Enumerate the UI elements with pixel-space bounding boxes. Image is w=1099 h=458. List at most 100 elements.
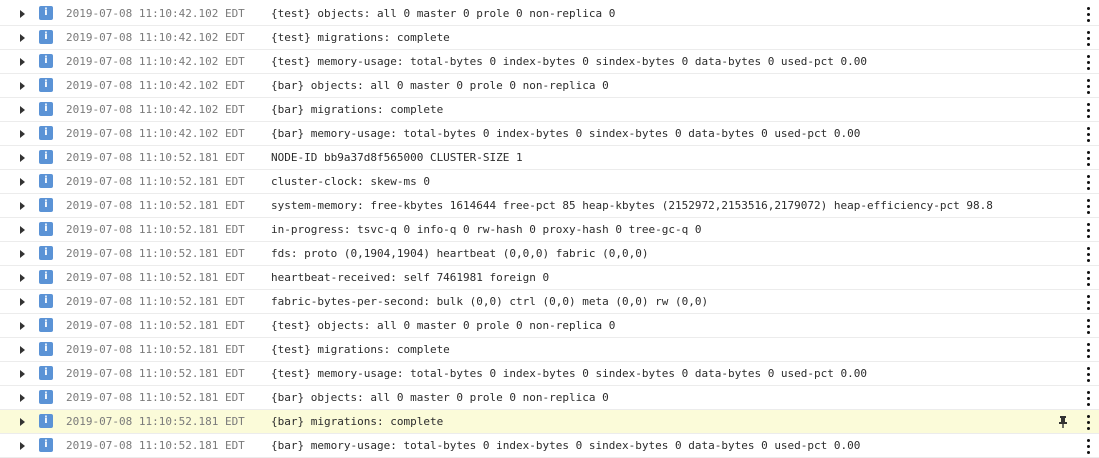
log-timestamp: 2019-07-08 11:10:52.181 EDT [66,295,245,308]
log-row[interactable]: i 2019-07-08 11:10:52.181 EDT {bar} migr… [0,410,1099,434]
row-menu-icon[interactable] [1085,245,1093,263]
log-row[interactable]: i 2019-07-08 11:10:52.181 EDT heartbeat-… [0,266,1099,290]
log-row[interactable]: i 2019-07-08 11:10:42.102 EDT {bar} obje… [0,74,1099,98]
log-row[interactable]: i 2019-07-08 11:10:42.102 EDT {test} mig… [0,26,1099,50]
log-message: fds: proto (0,1904,1904) heartbeat (0,0,… [271,247,649,260]
row-menu-icon[interactable] [1085,101,1093,119]
row-menu-icon[interactable] [1085,173,1093,191]
row-menu-icon[interactable] [1085,341,1093,359]
info-level-icon: i [39,222,53,236]
log-row[interactable]: i 2019-07-08 11:10:42.102 EDT {bar} migr… [0,98,1099,122]
log-message: {test} memory-usage: total-bytes 0 index… [271,367,868,380]
expand-triangle-icon[interactable] [20,226,25,234]
row-menu-icon[interactable] [1085,29,1093,47]
log-timestamp: 2019-07-08 11:10:52.181 EDT [66,223,245,236]
expand-triangle-icon[interactable] [20,202,25,210]
row-menu-icon[interactable] [1085,221,1093,239]
log-message: {bar} migrations: complete [271,103,444,116]
log-row[interactable]: i 2019-07-08 11:10:52.181 EDT {test} mig… [0,338,1099,362]
info-level-icon: i [39,198,53,212]
log-message: {bar} objects: all 0 master 0 prole 0 no… [271,79,609,92]
expand-triangle-icon[interactable] [20,10,25,18]
info-level-icon: i [39,30,53,44]
log-row[interactable]: i 2019-07-08 11:10:52.181 EDT fds: proto… [0,242,1099,266]
expand-triangle-icon[interactable] [20,82,25,90]
expand-triangle-icon[interactable] [20,130,25,138]
expand-triangle-icon[interactable] [20,370,25,378]
log-message: NODE-ID bb9a37d8f565000 CLUSTER-SIZE 1 [271,151,523,164]
expand-triangle-icon[interactable] [20,106,25,114]
log-message: {bar} memory-usage: total-bytes 0 index-… [271,439,861,452]
row-menu-icon[interactable] [1085,293,1093,311]
log-message: {bar} migrations: complete [271,415,444,428]
expand-triangle-icon[interactable] [20,394,25,402]
log-row[interactable]: i 2019-07-08 11:10:42.102 EDT {test} mem… [0,50,1099,74]
expand-triangle-icon[interactable] [20,58,25,66]
log-row[interactable]: i 2019-07-08 11:10:52.181 EDT {bar} obje… [0,386,1099,410]
expand-triangle-icon[interactable] [20,418,25,426]
expand-triangle-icon[interactable] [20,442,25,450]
expand-triangle-icon[interactable] [20,178,25,186]
info-level-icon: i [39,78,53,92]
row-menu-icon[interactable] [1085,365,1093,383]
log-timestamp: 2019-07-08 11:10:52.181 EDT [66,319,245,332]
log-message: in-progress: tsvc-q 0 info-q 0 rw-hash 0… [271,223,702,236]
log-timestamp: 2019-07-08 11:10:42.102 EDT [66,55,245,68]
expand-triangle-icon[interactable] [20,346,25,354]
info-level-icon: i [39,54,53,68]
log-row[interactable]: i 2019-07-08 11:10:52.181 EDT in-progres… [0,218,1099,242]
log-timestamp: 2019-07-08 11:10:42.102 EDT [66,127,245,140]
log-message: {test} migrations: complete [271,343,450,356]
info-level-icon: i [39,294,53,308]
log-message: heartbeat-received: self 7461981 foreign… [271,271,550,284]
row-menu-icon[interactable] [1085,5,1093,23]
log-timestamp: 2019-07-08 11:10:52.181 EDT [66,151,245,164]
row-menu-icon[interactable] [1085,53,1093,71]
log-timestamp: 2019-07-08 11:10:52.181 EDT [66,415,245,428]
expand-triangle-icon[interactable] [20,34,25,42]
row-menu-icon[interactable] [1085,413,1093,431]
log-row[interactable]: i 2019-07-08 11:10:52.181 EDT {bar} memo… [0,434,1099,458]
info-level-icon: i [39,126,53,140]
expand-triangle-icon[interactable] [20,250,25,258]
log-message: cluster-clock: skew-ms 0 [271,175,430,188]
log-timestamp: 2019-07-08 11:10:52.181 EDT [66,367,245,380]
log-timestamp: 2019-07-08 11:10:52.181 EDT [66,439,245,452]
log-row[interactable]: i 2019-07-08 11:10:52.181 EDT {test} obj… [0,314,1099,338]
log-timestamp: 2019-07-08 11:10:52.181 EDT [66,175,245,188]
row-menu-icon[interactable] [1085,77,1093,95]
log-row[interactable]: i 2019-07-08 11:10:52.181 EDT {test} mem… [0,362,1099,386]
row-menu-icon[interactable] [1085,125,1093,143]
info-level-icon: i [39,342,53,356]
row-menu-icon[interactable] [1085,269,1093,287]
row-menu-icon[interactable] [1085,389,1093,407]
expand-triangle-icon[interactable] [20,322,25,330]
log-timestamp: 2019-07-08 11:10:52.181 EDT [66,271,245,284]
info-level-icon: i [39,414,53,428]
info-level-icon: i [39,150,53,164]
info-level-icon: i [39,270,53,284]
row-menu-icon[interactable] [1085,197,1093,215]
log-row[interactable]: i 2019-07-08 11:10:42.102 EDT {bar} memo… [0,122,1099,146]
log-message: {bar} objects: all 0 master 0 prole 0 no… [271,391,609,404]
expand-triangle-icon[interactable] [20,154,25,162]
info-level-icon: i [39,366,53,380]
log-timestamp: 2019-07-08 11:10:52.181 EDT [66,199,245,212]
log-row[interactable]: i 2019-07-08 11:10:52.181 EDT system-mem… [0,194,1099,218]
expand-triangle-icon[interactable] [20,298,25,306]
log-timestamp: 2019-07-08 11:10:42.102 EDT [66,103,245,116]
log-row[interactable]: i 2019-07-08 11:10:52.181 EDT fabric-byt… [0,290,1099,314]
log-timestamp: 2019-07-08 11:10:42.102 EDT [66,79,245,92]
row-menu-icon[interactable] [1085,149,1093,167]
log-row[interactable]: i 2019-07-08 11:10:42.102 EDT {test} obj… [0,2,1099,26]
log-row[interactable]: i 2019-07-08 11:10:52.181 EDT cluster-cl… [0,170,1099,194]
info-level-icon: i [39,102,53,116]
log-row[interactable]: i 2019-07-08 11:10:52.181 EDT NODE-ID bb… [0,146,1099,170]
row-menu-icon[interactable] [1085,317,1093,335]
pin-icon[interactable] [1056,415,1070,429]
info-level-icon: i [39,6,53,20]
log-message: {test} objects: all 0 master 0 prole 0 n… [271,319,616,332]
info-level-icon: i [39,174,53,188]
row-menu-icon[interactable] [1085,437,1093,455]
expand-triangle-icon[interactable] [20,274,25,282]
